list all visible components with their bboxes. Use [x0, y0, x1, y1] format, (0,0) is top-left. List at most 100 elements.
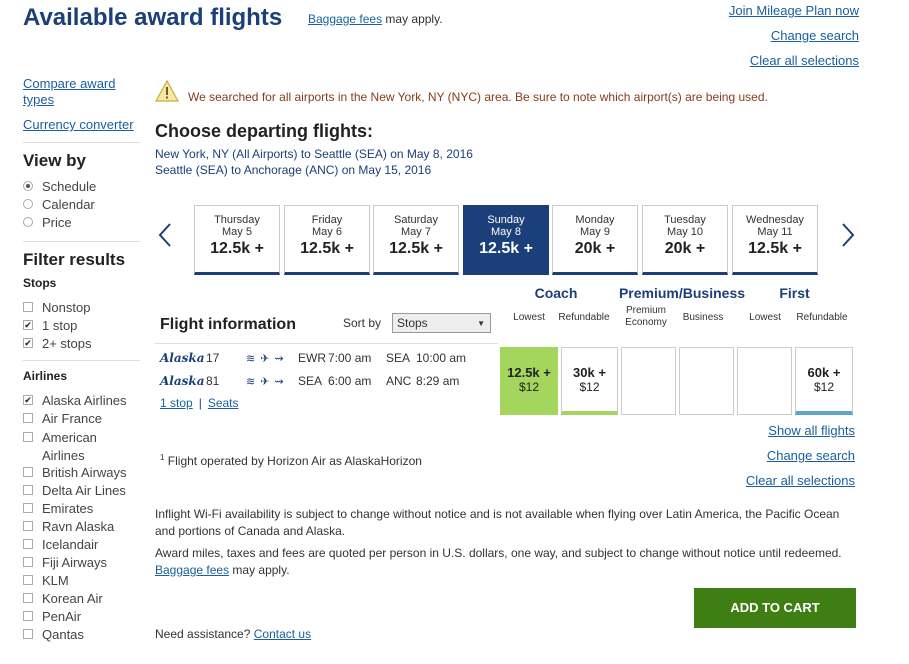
add-to-cart-button[interactable]: ADD TO CART [694, 588, 856, 628]
baggage-fees-link[interactable]: Baggage fees [308, 12, 382, 26]
prev-dates-arrow-icon[interactable] [158, 222, 172, 252]
divider [23, 360, 140, 361]
flight-segment: Alaska 17 ≋ ✈ ⇝ EWR 7:00 am SEA 10:00 am [160, 351, 467, 365]
checkbox-icon [23, 467, 33, 477]
date-card[interactable]: Thursday May 5 12.5k + [194, 205, 280, 275]
airlines-heading: Airlines [23, 369, 68, 383]
footnote: 1 Flight operated by Horizon Air as Alas… [160, 453, 422, 468]
airline-checkbox[interactable]: KLM [23, 571, 140, 589]
flight-segment: Alaska 81 ≋ ✈ ⇝ SEA 6:00 am ANC 8:29 am [160, 374, 460, 388]
fare-group-first: First [779, 285, 810, 301]
airline-checkbox[interactable]: Delta Air Lines [23, 481, 140, 499]
airline-checkbox[interactable]: Air France [23, 409, 140, 427]
airline-checkbox[interactable]: Fiji Airways [23, 553, 140, 571]
airline-checkbox[interactable]: Icelandair [23, 535, 140, 553]
stops-nonstop-checkbox[interactable]: Nonstop [23, 298, 140, 316]
checkbox-icon [23, 629, 33, 639]
airline-checkbox[interactable]: Ravn Alaska [23, 517, 140, 535]
stops-link[interactable]: 1 stop [160, 396, 193, 410]
fare-premium-economy [621, 347, 676, 415]
checkbox-icon [23, 557, 33, 567]
clear-selections-link[interactable]: Clear all selections [750, 53, 859, 68]
header-links: Join Mileage Plan now Change search Clea… [729, 3, 859, 78]
show-all-flights-link[interactable]: Show all flights [768, 423, 855, 438]
view-by-heading: View by [23, 151, 86, 170]
contact-us-link[interactable]: Contact us [254, 627, 311, 641]
view-price-radio[interactable]: Price [23, 213, 140, 231]
flight-information-heading: Flight information [160, 316, 296, 333]
award-note: Award miles, taxes and fees are quoted p… [155, 546, 842, 577]
checkbox-icon [23, 413, 33, 423]
date-card[interactable]: Monday May 9 20k + [552, 205, 638, 275]
fare-sub-label: Lowest [513, 312, 545, 323]
checkbox-icon [23, 593, 33, 603]
date-card[interactable]: Saturday May 7 12.5k + [373, 205, 459, 275]
view-schedule-radio[interactable]: Schedule [23, 177, 140, 195]
airline-checkbox[interactable]: ✔ Alaska Airlines [23, 391, 140, 409]
assistance: Need assistance? Contact us [155, 627, 312, 641]
checkbox-icon [23, 611, 33, 621]
sidebar: Compare award types Currency converter V… [23, 76, 140, 643]
amenities-icon: ≋ ✈ ⇝ [246, 375, 285, 388]
currency-converter-link[interactable]: Currency converter [23, 117, 140, 133]
flight-result: Alaska 17 ≋ ✈ ⇝ EWR 7:00 am SEA 10:00 am… [155, 343, 498, 413]
change-search-link-wrap: Change search [767, 448, 855, 463]
date-card[interactable]: Wednesday May 11 12.5k + [732, 205, 818, 275]
date-card[interactable]: Friday May 6 12.5k + [284, 205, 370, 275]
radio-icon [23, 181, 33, 191]
checkbox-icon [23, 521, 33, 531]
baggage-note: Baggage fees may apply. [308, 12, 443, 26]
alaska-logo: Alaska [160, 351, 205, 365]
fare-sub-label: Refundable [796, 312, 848, 323]
date-card-selected[interactable]: Sunday May 8 12.5k + [463, 205, 549, 275]
fare-sub-label: Refundable [558, 312, 610, 323]
checkbox-icon [23, 503, 33, 513]
change-search-link[interactable]: Change search [771, 28, 859, 43]
amenities-icon: ≋ ✈ ⇝ [246, 352, 285, 365]
fare-sub-label: Premium Economy [625, 305, 667, 328]
divider [23, 241, 140, 242]
fare-coach-lowest[interactable]: 12.5k + $12 [500, 347, 558, 415]
change-search-link[interactable]: Change search [767, 448, 855, 463]
airline-checkbox[interactable]: PenAir [23, 607, 140, 625]
checkmark-icon: ✔ [23, 320, 33, 330]
checkbox-icon [23, 302, 33, 312]
join-mileage-plan-link[interactable]: Join Mileage Plan now [729, 3, 859, 18]
fare-sub-label: Lowest [749, 312, 781, 323]
view-calendar-radio[interactable]: Calendar [23, 195, 140, 213]
airline-checkbox[interactable]: American Airlines [23, 427, 140, 463]
airline-checkbox[interactable]: Emirates [23, 499, 140, 517]
airline-checkbox[interactable]: Qantas [23, 625, 140, 643]
next-dates-arrow-icon[interactable] [841, 222, 855, 252]
alaska-logo: Alaska [160, 374, 205, 388]
fare-first-refundable[interactable]: 60k + $12 [795, 347, 853, 415]
fare-business [679, 347, 734, 415]
warning-icon [154, 79, 180, 105]
sort-label: Sort by [343, 316, 382, 330]
checkbox-icon [23, 539, 33, 549]
flight-links: 1 stop | Seats [160, 394, 239, 412]
sort-select[interactable]: Stops ▼ [392, 313, 491, 333]
stops-1-checkbox[interactable]: ✔ 1 stop [23, 316, 140, 334]
stops-2plus-checkbox[interactable]: ✔ 2+ stops [23, 334, 140, 352]
compare-award-types-link[interactable]: Compare award types [23, 76, 140, 108]
clear-selections-link[interactable]: Clear all selections [746, 473, 855, 488]
seats-link[interactable]: Seats [208, 396, 239, 410]
fare-group-coach: Coach [534, 285, 578, 301]
fare-group-premium-business: Premium/Business [618, 285, 746, 301]
show-all-flights-link-wrap: Show all flights [768, 423, 855, 438]
date-card[interactable]: Tuesday May 10 20k + [642, 205, 728, 275]
fare-coach-refundable[interactable]: 30k + $12 [561, 347, 618, 415]
radio-icon [23, 217, 33, 227]
baggage-fees-link[interactable]: Baggage fees [155, 563, 229, 577]
filter-results-heading: Filter results [23, 250, 126, 269]
route-line: New York, NY (All Airports) to Seattle (… [155, 147, 473, 161]
checkbox-icon [23, 432, 33, 442]
checkbox-icon [23, 485, 33, 495]
checkbox-icon [23, 575, 33, 585]
clear-selections-link-wrap: Clear all selections [746, 473, 855, 488]
airline-checkbox[interactable]: Korean Air [23, 589, 140, 607]
airline-checkbox[interactable]: British Airways [23, 463, 140, 481]
airport-warning: We searched for all airports in the New … [188, 90, 768, 104]
page-title: Available award flights [23, 4, 283, 31]
